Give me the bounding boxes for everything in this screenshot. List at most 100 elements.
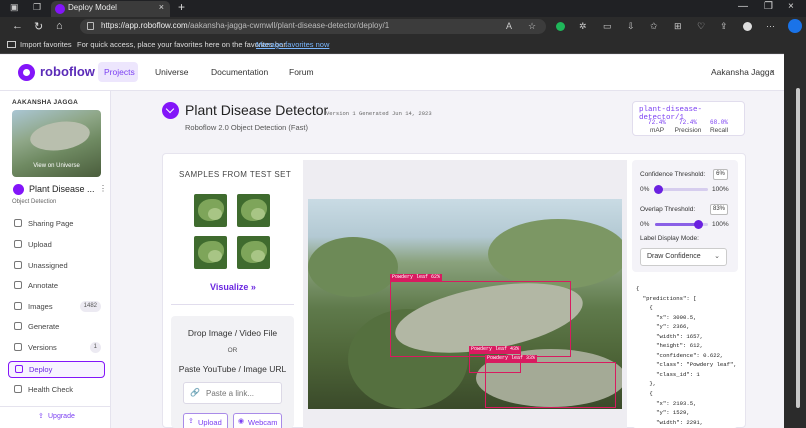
slider-min-label: 0% (640, 186, 650, 193)
downloads-icon[interactable]: ⇩ (627, 21, 635, 32)
sidebar-item-versions[interactable]: Versions 1 (8, 340, 105, 356)
drop-zone[interactable]: Drop Image / Video File OR Paste YouTube… (171, 316, 294, 428)
background-foliage (308, 237, 398, 297)
split-screen-icon[interactable]: ▭ (603, 21, 612, 32)
home-icon[interactable]: ⌂ (56, 20, 63, 32)
confidence-slider-thumb[interactable] (653, 185, 663, 194)
sidebar-item-unassigned[interactable]: Unassigned (8, 258, 105, 274)
page-scrollbar[interactable] (796, 88, 800, 408)
browser-tab[interactable]: Deploy Model × (51, 1, 170, 17)
annotate-icon (14, 281, 22, 289)
sidebar-item-sharing-page[interactable]: Sharing Page (8, 216, 105, 232)
sample-image[interactable] (194, 236, 227, 269)
back-icon[interactable]: ← (12, 20, 23, 32)
share-icon[interactable]: ⇪ (720, 21, 728, 32)
sidebar-item-generate[interactable]: Generate (8, 319, 105, 335)
user-menu[interactable]: Aakansha Jagga (711, 67, 774, 77)
favorite-star-icon[interactable]: ☆ (528, 21, 536, 32)
sample-leaf (208, 250, 222, 262)
generate-icon (14, 322, 22, 330)
link-icon: 🔗 (190, 388, 200, 397)
performance-icon[interactable]: ♡ (697, 21, 705, 32)
detection-box[interactable]: Powdery leaf 33% (485, 355, 616, 408)
paste-link-input[interactable] (206, 386, 278, 400)
divider (171, 304, 294, 305)
extension-puzzle-icon[interactable]: ✲ (579, 21, 587, 32)
images-icon (14, 302, 22, 310)
project-thumbnail[interactable]: View on Universe (12, 110, 101, 177)
top-navigation: roboflow Projects Universe Documentation… (0, 55, 784, 91)
sample-image[interactable] (237, 194, 270, 227)
label-display-mode-select[interactable]: Draw Confidence ⌄ (640, 248, 727, 266)
collapse-chevron-icon[interactable] (162, 102, 179, 119)
select-value: Draw Confidence (647, 253, 701, 260)
sidebar-item-annotate[interactable]: Annotate (8, 278, 105, 294)
read-aloud-icon[interactable]: A (506, 21, 512, 31)
visualize-button[interactable]: Visualize » (210, 282, 256, 292)
sample-leaf (251, 250, 265, 262)
detection-label: Powdery leaf 33% (485, 355, 538, 362)
sidebar-item-images[interactable]: Images 1482 (8, 299, 105, 315)
confidence-label: Confidence Threshold: (640, 171, 706, 178)
webcam-button[interactable]: ◉ Webcam (233, 413, 282, 428)
sidebar-item-upload[interactable]: Upload (8, 237, 105, 253)
address-bar-row: ← ↻ ⌂ https://app.roboflow.com/aakansha-… (0, 17, 806, 36)
detection-label: Powdery leaf 43% (469, 346, 522, 353)
refresh-icon[interactable]: ↻ (34, 20, 43, 33)
brand-name[interactable]: roboflow (40, 64, 95, 79)
copilot-icon[interactable] (788, 19, 802, 33)
paste-link-field[interactable]: 🔗 (183, 382, 282, 404)
confidence-value[interactable]: 6% (713, 169, 728, 180)
sidebar-item-label: Health Check (28, 385, 74, 394)
sidebar-item-label: Sharing Page (28, 219, 74, 228)
project-menu-icon[interactable]: ⋮ (99, 184, 107, 193)
nav-universe[interactable]: Universe (155, 67, 189, 77)
close-tab-icon[interactable]: × (159, 2, 164, 12)
profile-icon[interactable]: ▣ (10, 2, 19, 13)
overlap-value[interactable]: 83% (710, 204, 728, 215)
close-window-icon[interactable]: × (788, 1, 794, 12)
extension-green-icon[interactable] (556, 22, 565, 31)
tab-actions-icon[interactable]: ❐ (33, 2, 41, 13)
sample-image[interactable] (237, 236, 270, 269)
slider-max-label: 100% (712, 186, 729, 193)
sidebar-item-label: Upload (28, 240, 52, 249)
collections-icon[interactable]: ⊞ (674, 21, 682, 32)
account-avatar-icon[interactable] (743, 22, 752, 31)
browser-tab-bar: ▣ ❐ Deploy Model × + — ❐ × (0, 0, 806, 17)
maximize-icon[interactable]: ❐ (764, 1, 773, 12)
import-favorites-link[interactable]: Import favorites (20, 40, 72, 49)
sidebar-item-label: Unassigned (28, 261, 68, 270)
workspace-owner: AAKANSHA JAGGA (12, 99, 79, 106)
version-meta: Version 1 Generated Jun 14, 2023 (326, 110, 432, 117)
favorites-icon[interactable]: ✩ (650, 21, 658, 32)
nav-forum[interactable]: Forum (289, 67, 314, 77)
upload-button[interactable]: ⇪ Upload (183, 413, 228, 428)
deploy-icon (15, 365, 23, 373)
confidence-slider[interactable] (655, 188, 708, 191)
label-display-mode-label: Label Display Mode: (640, 235, 699, 242)
sidebar-item-health-check[interactable]: Health Check (8, 382, 105, 398)
sample-image[interactable] (194, 194, 227, 227)
upload-icon: ⇪ (188, 418, 194, 425)
project-name[interactable]: Plant Disease ... (29, 184, 95, 194)
sidebar-item-deploy[interactable]: Deploy (8, 361, 105, 378)
detection-label: Powdery leaf 62% (390, 274, 443, 281)
new-tab-icon[interactable]: + (178, 0, 185, 14)
json-output[interactable]: { "predictions": [ { "x": 3090.5, "y": 2… (632, 280, 738, 428)
upgrade-button[interactable]: ⇪ Upgrade (0, 406, 110, 428)
manage-favorites-link[interactable]: Manage favorites now (256, 40, 329, 49)
slider-min-label: 0% (640, 221, 650, 228)
roboflow-logo-icon[interactable] (18, 64, 35, 81)
lock-icon (87, 22, 94, 30)
minimize-icon[interactable]: — (738, 1, 748, 12)
more-menu-icon[interactable]: ⋯ (766, 21, 775, 32)
view-on-universe-link[interactable]: View on Universe (12, 163, 101, 169)
nav-projects-label: Projects (104, 67, 135, 77)
sample-leaf (208, 208, 222, 220)
nav-documentation[interactable]: Documentation (211, 67, 268, 77)
chevron-down-icon[interactable]: ⌄ (769, 65, 776, 74)
slider-fill (655, 223, 699, 226)
nav-projects[interactable]: Projects (98, 62, 138, 82)
url-field[interactable]: https://app.roboflow.com/aakansha-jagga-… (80, 19, 546, 34)
